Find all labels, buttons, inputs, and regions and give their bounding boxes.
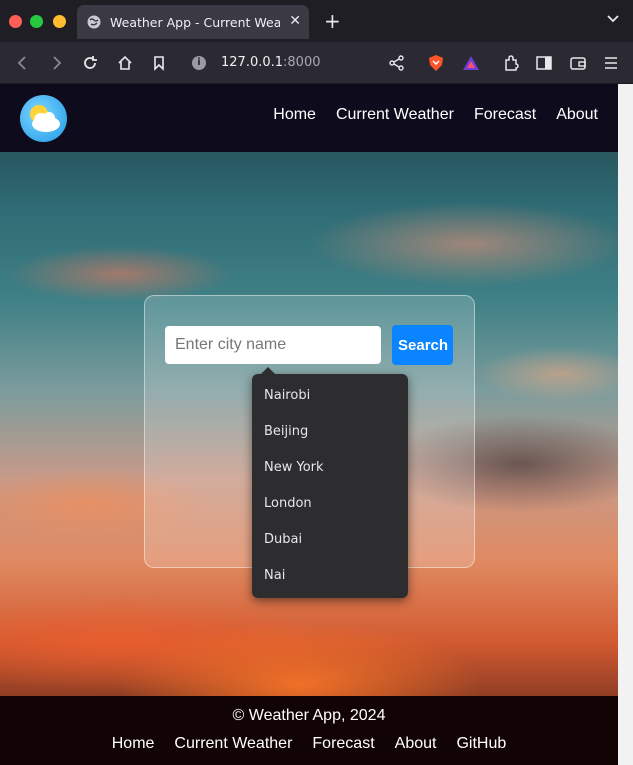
close-window-button[interactable] [9,15,22,28]
suggestion-item[interactable]: Nai [264,568,285,583]
sidebar-icon[interactable] [535,54,553,72]
reload-icon[interactable] [81,54,99,72]
globe-icon [87,15,101,29]
share-icon[interactable] [388,54,406,72]
weather-logo[interactable] [20,95,67,142]
tab-title: Weather App - Current Weati [110,15,280,30]
nav-about-link[interactable]: About [556,106,598,124]
footer-current-weather-link[interactable]: Current Weather [174,735,292,753]
forward-icon[interactable] [47,54,65,72]
url-bar[interactable]: i 127.0.0.1:8000 [184,47,414,78]
minimize-window-button[interactable] [53,15,66,28]
city-search-input[interactable] [165,326,381,364]
suggestion-item[interactable]: Beijing [264,424,308,439]
copyright-text: © Weather App, 2024 [232,707,386,724]
suggestion-item[interactable]: London [264,496,312,511]
suggestion-item[interactable]: Nairobi [264,388,310,403]
cloud-sun-icon [30,105,60,132]
nav-forecast-link[interactable]: Forecast [474,106,536,124]
rewards-icon[interactable] [462,54,480,72]
page-scrollbar[interactable] [618,84,633,765]
nav-current-weather-link[interactable]: Current Weather [336,106,454,124]
chevron-down-icon[interactable] [607,14,619,24]
footer-github-link[interactable]: GitHub [456,735,506,753]
nav-home-link[interactable]: Home [273,106,316,124]
browser-toolbar: i 127.0.0.1:8000 [0,42,633,84]
bookmark-icon[interactable] [150,54,168,72]
new-tab-icon[interactable]: + [324,9,341,33]
maximize-window-button[interactable] [30,15,43,28]
search-button[interactable]: Search [392,325,453,365]
info-icon[interactable]: i [192,56,206,70]
browser-tab[interactable]: Weather App - Current Weati ✕ [77,5,309,39]
footer-home-link[interactable]: Home [112,735,155,753]
footer-forecast-link[interactable]: Forecast [312,735,374,753]
footer: © Weather App, 2024 Home Current Weather… [0,696,618,765]
back-icon[interactable] [14,54,32,72]
menu-icon[interactable] [602,54,620,72]
extensions-icon[interactable] [502,54,520,72]
footer-about-link[interactable]: About [395,735,437,753]
brave-shield-icon[interactable] [427,54,445,72]
close-tab-icon[interactable]: ✕ [289,12,301,30]
browser-tabstrip: Weather App - Current Weati ✕ + [0,0,633,42]
url-text: 127.0.0.1:8000 [221,55,321,70]
suggestion-item[interactable]: Dubai [264,532,302,547]
footer-links: Home Current Weather Forecast About GitH… [0,735,618,753]
navbar: Home Current Weather Forecast About [0,84,618,152]
page-viewport: Home Current Weather Forecast About Sear… [0,84,618,765]
wallet-icon[interactable] [569,54,587,72]
suggestion-item[interactable]: New York [264,460,324,475]
city-suggestions-dropdown: Nairobi Beijing New York London Dubai Na… [252,367,408,598]
nav-links: Home Current Weather Forecast About [273,106,598,124]
home-icon[interactable] [116,54,134,72]
